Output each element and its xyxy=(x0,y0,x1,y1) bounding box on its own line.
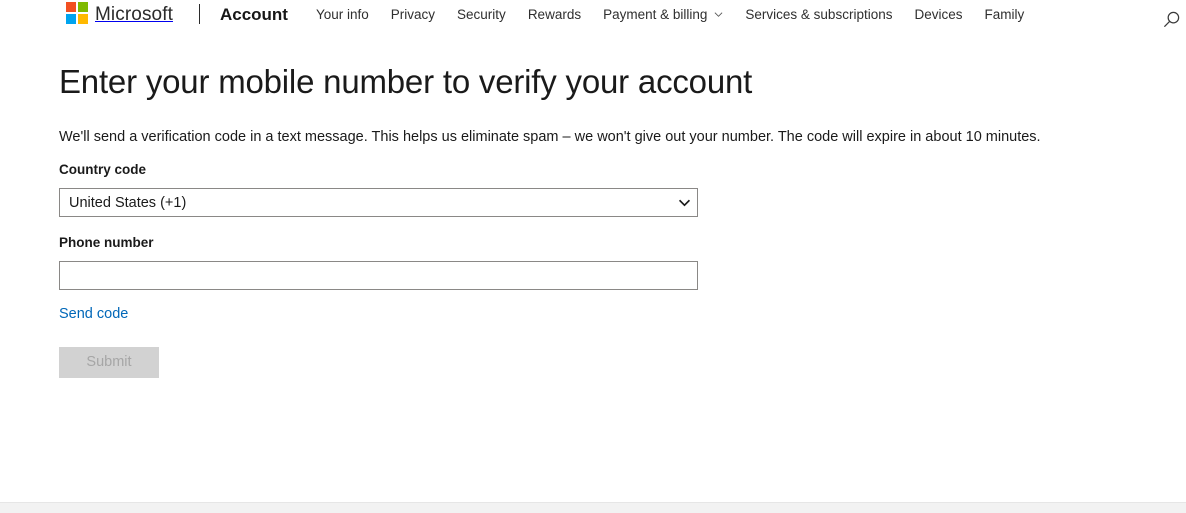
main-content: Enter your mobile number to verify your … xyxy=(0,27,1186,502)
nav-item-privacy[interactable]: Privacy xyxy=(380,6,446,24)
nav-item-label: Privacy xyxy=(390,7,436,22)
page-title: Enter your mobile number to verify your … xyxy=(59,63,753,100)
nav-item-your-info[interactable]: Your info xyxy=(305,6,380,24)
nav-item-family[interactable]: Family xyxy=(973,6,1035,24)
account-section-title: Account xyxy=(219,5,288,24)
nav-item-label: Security xyxy=(457,7,506,22)
country-code-selected-value: United States (+1) xyxy=(69,194,187,211)
nav-item-security[interactable]: Security xyxy=(446,6,517,24)
microsoft-logo-link[interactable]: Microsoft xyxy=(66,0,173,27)
nav-item-label: Devices xyxy=(914,7,963,22)
country-code-select[interactable]: United States (+1) xyxy=(59,188,698,217)
phone-number-label: Phone number xyxy=(59,235,154,250)
submit-button[interactable]: Submit xyxy=(59,347,159,378)
nav-item-label: Services & subscriptions xyxy=(745,7,893,22)
global-header: Microsoft Account Your info Privacy Secu… xyxy=(0,0,1186,28)
nav-item-label: Family xyxy=(984,7,1025,22)
nav-item-payment-billing[interactable]: Payment & billing xyxy=(592,6,734,24)
chevron-down-icon xyxy=(714,10,723,19)
nav-item-devices[interactable]: Devices xyxy=(903,6,973,24)
nav-item-services-subscriptions[interactable]: Services & subscriptions xyxy=(734,6,903,24)
nav-item-rewards[interactable]: Rewards xyxy=(517,6,592,24)
search-button[interactable] xyxy=(1157,0,1185,28)
chevron-down-icon xyxy=(671,198,697,207)
nav-item-label: Your info xyxy=(315,7,369,22)
send-code-link[interactable]: Send code xyxy=(59,305,128,323)
primary-nav: Your info Privacy Security Rewards Payme… xyxy=(305,6,1035,24)
brand-name: Microsoft xyxy=(95,4,173,25)
footer-band xyxy=(0,502,1186,513)
nav-item-label: Payment & billing xyxy=(603,7,708,22)
phone-number-input[interactable] xyxy=(59,261,698,290)
country-code-label: Country code xyxy=(59,162,147,177)
header-divider xyxy=(198,4,200,24)
nav-item-label: Rewards xyxy=(527,7,582,22)
intro-text: We'll send a verification code in a text… xyxy=(59,129,1041,145)
microsoft-logo-icon xyxy=(66,2,88,24)
